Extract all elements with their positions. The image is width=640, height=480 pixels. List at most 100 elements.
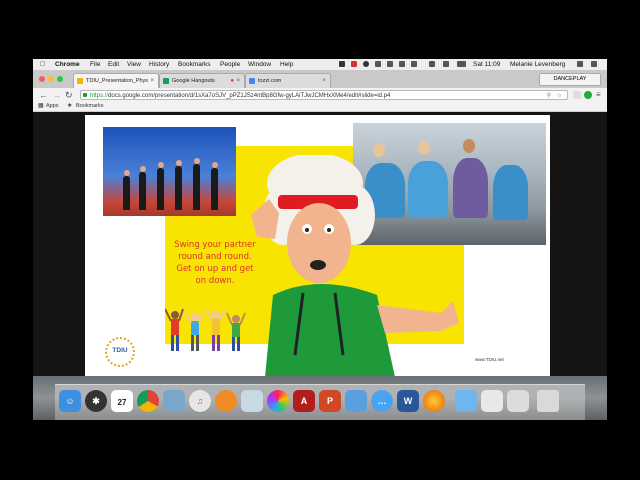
menu-bookmarks[interactable]: Bookmarks: [178, 59, 211, 70]
downloads-icon[interactable]: [481, 390, 503, 412]
bookmark-apps[interactable]: Apps: [46, 102, 59, 111]
star-icon[interactable]: ☆: [557, 91, 562, 99]
spotlight-icon[interactable]: [577, 61, 583, 67]
bookmark-star-icon: ★: [67, 103, 73, 109]
menubar-clock[interactable]: Sat 11:09: [473, 59, 500, 70]
lock-icon: [83, 93, 87, 97]
apple-icon[interactable]: : [40, 59, 45, 70]
itunes-icon[interactable]: ♫: [189, 390, 211, 412]
menu-help[interactable]: Help: [280, 59, 293, 70]
acrobat-icon[interactable]: A: [293, 390, 315, 412]
dancer-head: [194, 158, 200, 164]
status-icon-1[interactable]: [339, 61, 345, 67]
dancers-photo: [103, 127, 236, 216]
menu-history[interactable]: History: [149, 59, 169, 70]
address-bar[interactable]: https://docs.google.com/presentation/d/1…: [80, 90, 568, 100]
firefox-icon[interactable]: [423, 390, 445, 412]
photo-app-icon[interactable]: [267, 390, 289, 412]
tab-title: TDIU_Presentation_Phys: [86, 78, 149, 84]
profile-button[interactable]: DANCEPLAY: [539, 73, 601, 86]
search-icon[interactable]: ⚲: [547, 91, 551, 99]
status-icon-4[interactable]: [387, 61, 393, 67]
xcode-icon[interactable]: [345, 390, 367, 412]
menu-app-name[interactable]: Chrome: [55, 59, 80, 70]
apps-grid-icon[interactable]: ▦: [38, 102, 44, 111]
chrome-icon[interactable]: [137, 390, 159, 412]
hangouts-extension-icon[interactable]: [584, 91, 592, 99]
dock: ☺ ✱ 27 ♫ A P … W: [55, 384, 585, 420]
status-icon-3[interactable]: [375, 61, 381, 67]
presentation-viewport: Swing your partner round and round. Get …: [33, 112, 607, 377]
photos-icon[interactable]: [241, 390, 263, 412]
dancer-head: [212, 162, 218, 168]
menu-people[interactable]: People: [220, 59, 240, 70]
kid: [165, 308, 184, 351]
dancer: [139, 172, 146, 210]
documents-icon[interactable]: [507, 390, 529, 412]
evernote-icon[interactable]: [363, 61, 369, 67]
wifi-icon[interactable]: [443, 61, 449, 67]
desktop-background: ☺ ✱ 27 ♫ A P … W: [33, 376, 607, 420]
close-icon[interactable]: ×: [150, 74, 154, 88]
dancer: [211, 168, 218, 210]
green-shirt: [265, 284, 395, 377]
tab-strip: TDIU_Presentation_Phys × Google Hangouts…: [33, 70, 607, 89]
tab-tozzi[interactable]: tozzi.com ×: [245, 73, 331, 88]
menu-icon[interactable]: ≡: [596, 91, 601, 99]
calendar-icon[interactable]: 27: [111, 390, 133, 412]
skater-head: [463, 139, 475, 153]
volume-icon[interactable]: [429, 61, 435, 67]
powerpoint-icon[interactable]: P: [319, 390, 341, 412]
tab-title: tozzi.com: [258, 78, 282, 84]
dancer-head: [176, 160, 182, 166]
word-icon[interactable]: W: [397, 390, 419, 412]
whistle: [310, 260, 326, 270]
bookmarks-bar: ▦ Apps ★ Bookmarks: [33, 102, 607, 112]
minimize-window-button[interactable]: [48, 76, 54, 82]
close-window-button[interactable]: [39, 76, 45, 82]
notification-center-icon[interactable]: [591, 61, 597, 67]
slide-footer-url: www.TDIU.net: [475, 357, 504, 362]
status-icon-2[interactable]: [351, 61, 357, 67]
dancer: [157, 168, 164, 210]
face: [287, 203, 351, 283]
slide[interactable]: Swing your partner round and round. Get …: [85, 115, 550, 377]
kid: [206, 308, 226, 351]
messages-icon[interactable]: …: [371, 390, 393, 412]
slogan-line: Swing your partner: [174, 240, 256, 250]
forward-arrow-icon[interactable]: →: [52, 88, 61, 102]
folder-icon[interactable]: [455, 390, 477, 412]
close-icon[interactable]: ×: [322, 74, 326, 88]
status-icon-6[interactable]: [411, 61, 417, 67]
dancer: [123, 176, 130, 210]
skater: [493, 165, 528, 220]
screen:  Chrome File Edit View History Bookmark…: [33, 59, 607, 420]
dancer-head: [140, 166, 146, 172]
logo-text: TDIU: [112, 347, 128, 354]
extension-icon[interactable]: [573, 91, 581, 99]
zoom-window-button[interactable]: [57, 76, 63, 82]
slides-favicon-icon: [77, 78, 83, 84]
status-icon-5[interactable]: [399, 61, 405, 67]
url-text: docs.google.com/presentation/d/1sXa7oSJV…: [108, 93, 391, 99]
finder-icon[interactable]: ☺: [59, 390, 81, 412]
tab-google-hangouts[interactable]: Google Hangouts ● ×: [159, 73, 245, 88]
reload-icon[interactable]: ↻: [65, 88, 73, 102]
menu-window[interactable]: Window: [248, 59, 271, 70]
tab-presentation[interactable]: TDIU_Presentation_Phys ×: [73, 73, 159, 88]
slogan-line: Get on up and get: [176, 264, 254, 274]
back-arrow-icon[interactable]: ←: [39, 88, 48, 102]
menubar-user[interactable]: Melanie Levenberg: [510, 59, 565, 70]
menu-edit[interactable]: Edit: [108, 59, 119, 70]
dancer: [175, 166, 182, 210]
battery-icon[interactable]: [457, 61, 466, 67]
close-icon[interactable]: ×: [236, 74, 240, 88]
tdiu-logo: TDIU: [105, 337, 135, 367]
launchpad-icon[interactable]: ✱: [85, 390, 107, 412]
preview-icon[interactable]: [163, 390, 185, 412]
menu-view[interactable]: View: [127, 59, 141, 70]
bookmark-bookmarks[interactable]: Bookmarks: [76, 102, 104, 111]
trash-icon[interactable]: [537, 390, 559, 412]
books-icon[interactable]: [215, 390, 237, 412]
menu-file[interactable]: File: [90, 59, 100, 70]
